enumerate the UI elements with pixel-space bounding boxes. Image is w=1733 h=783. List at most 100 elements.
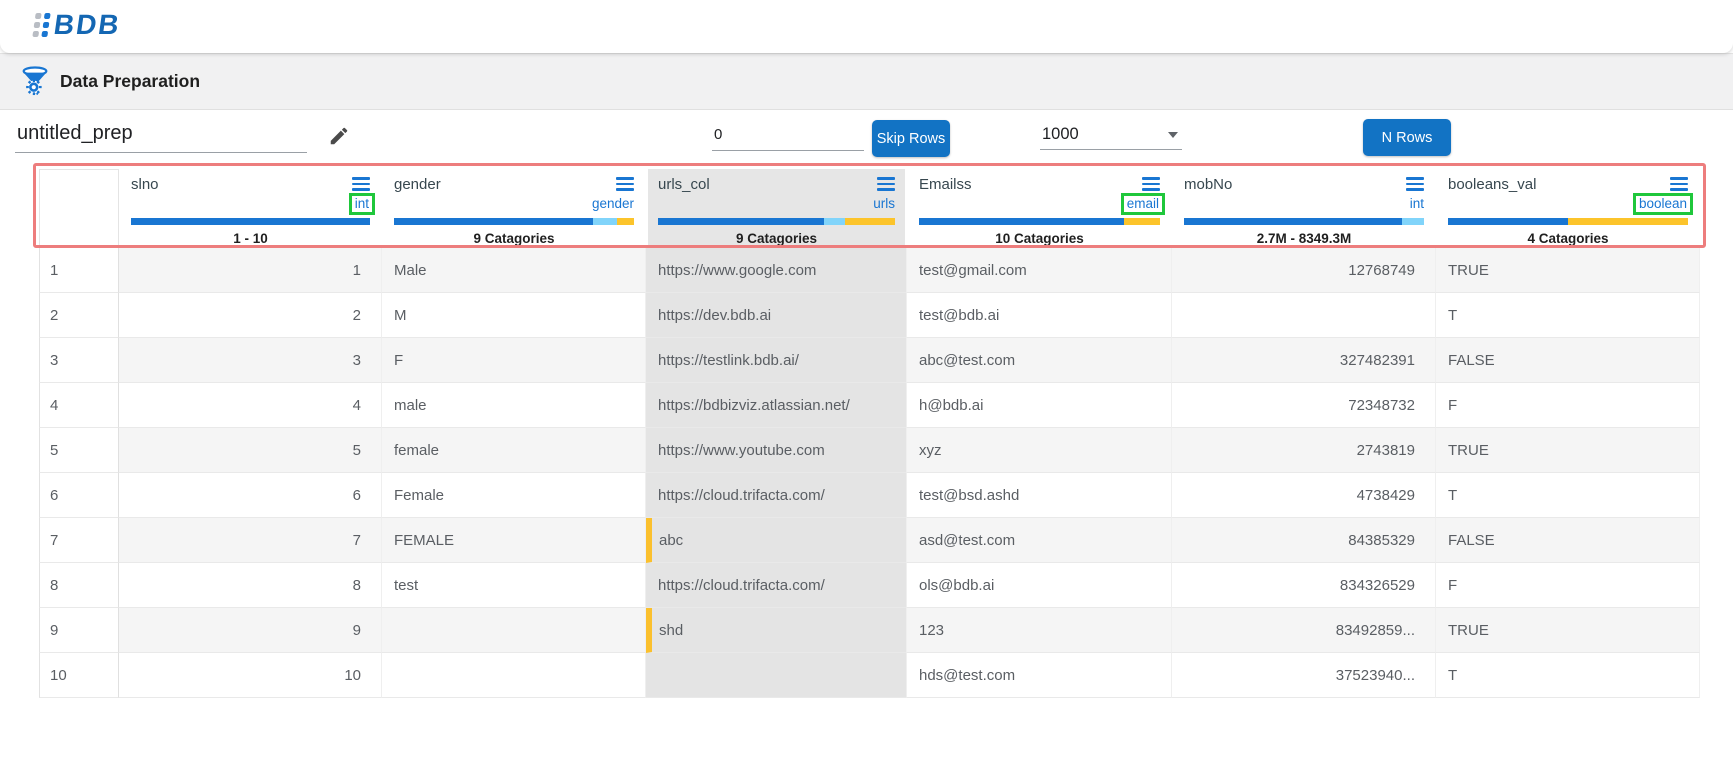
column-menu-icon[interactable] [1670,177,1688,190]
cell-slno[interactable]: 1 [119,248,382,293]
cell-urls_col[interactable]: https://cloud.trifacta.com/ [646,473,907,518]
cell-urls_col[interactable]: https://www.google.com [646,248,907,293]
cell-gender[interactable]: Female [382,473,646,518]
cell-booleans_val[interactable]: FALSE [1436,518,1700,563]
quality-bar-segment [593,218,617,225]
column-quality-bar[interactable] [1184,218,1424,225]
n-rows-button[interactable]: N Rows [1363,119,1451,156]
column-stats: 9 Catagories [658,231,895,246]
column-quality-bar[interactable] [919,218,1160,225]
cell-Emailss[interactable]: test@gmail.com [907,248,1172,293]
cell-booleans_val[interactable]: T [1436,473,1700,518]
cell-gender[interactable]: female [382,428,646,473]
cell-gender[interactable] [382,653,646,698]
column-header-slno[interactable]: slnoint1 - 10 [121,169,380,246]
cell-slno[interactable]: 3 [119,338,382,383]
cell-booleans_val[interactable]: T [1436,653,1700,698]
skip-rows-input[interactable] [712,126,864,151]
column-header-mobNo[interactable]: mobNoint2.7M - 8349.3M [1174,169,1434,246]
cell-Emailss[interactable]: 123 [907,608,1172,653]
column-header-gender[interactable]: gendergender9 Catagories [384,169,644,246]
cell-mobNo[interactable]: 72348732 [1172,383,1436,428]
cell-mobNo[interactable]: 2743819 [1172,428,1436,473]
column-quality-bar[interactable] [131,218,370,225]
cell-urls_col[interactable]: shd [646,608,907,653]
cell-urls_col[interactable]: https://testlink.bdb.ai/ [646,338,907,383]
column-menu-icon[interactable] [1406,177,1424,190]
quality-bar-segment [617,218,634,225]
cell-gender[interactable]: Male [382,248,646,293]
column-menu-icon[interactable] [352,177,370,190]
cell-slno[interactable]: 7 [119,518,382,563]
cell-mobNo[interactable]: 84385329 [1172,518,1436,563]
column-header-booleans_val[interactable]: booleans_valboolean4 Catagories [1438,169,1698,246]
cell-booleans_val[interactable]: F [1436,563,1700,608]
cell-gender[interactable]: male [382,383,646,428]
cell-mobNo[interactable]: 834326529 [1172,563,1436,608]
column-quality-bar[interactable] [1448,218,1688,225]
skip-rows-button[interactable]: Skip Rows [872,120,950,157]
cell-Emailss[interactable]: abc@test.com [907,338,1172,383]
cell-urls_col[interactable]: https://cloud.trifacta.com/ [646,563,907,608]
cell-urls_col[interactable]: https://dev.bdb.ai [646,293,907,338]
cell-mobNo[interactable]: 4738429 [1172,473,1436,518]
cell-Emailss[interactable]: ols@bdb.ai [907,563,1172,608]
cell-Emailss[interactable]: asd@test.com [907,518,1172,563]
cell-Emailss[interactable]: h@bdb.ai [907,383,1172,428]
pencil-icon [328,125,350,147]
cell-gender[interactable]: F [382,338,646,383]
cell-gender[interactable] [382,608,646,653]
cell-mobNo[interactable]: 83492859... [1172,608,1436,653]
cell-booleans_val[interactable]: FALSE [1436,338,1700,383]
row-number: 3 [39,338,119,383]
column-type-label: boolean [1633,193,1693,215]
cell-mobNo[interactable]: 37523940... [1172,653,1436,698]
cell-gender[interactable]: test [382,563,646,608]
cell-booleans_val[interactable]: TRUE [1436,248,1700,293]
cell-booleans_val[interactable]: TRUE [1436,608,1700,653]
cell-mobNo[interactable]: 12768749 [1172,248,1436,293]
n-rows-select[interactable]: 1000 [1040,120,1182,150]
column-menu-icon[interactable] [877,177,895,190]
cell-urls_col[interactable] [646,653,907,698]
cell-Emailss[interactable]: xyz [907,428,1172,473]
app-header: BDB [0,0,1733,53]
cell-gender[interactable]: M [382,293,646,338]
bdb-logo[interactable]: BDB [34,9,121,41]
column-type-row: boolean [1448,195,1688,214]
prep-toolbar: Skip Rows 1000 N Rows [0,110,1733,162]
cell-gender[interactable]: FEMALE [382,518,646,563]
column-type-label: email [1121,193,1165,215]
cell-slno[interactable]: 4 [119,383,382,428]
row-number: 10 [39,653,119,698]
cell-slno[interactable]: 10 [119,653,382,698]
cell-slno[interactable]: 6 [119,473,382,518]
column-header-urls_col[interactable]: urls_colurls9 Catagories [648,169,905,246]
cell-urls_col[interactable]: https://bdbizviz.atlassian.net/ [646,383,907,428]
column-name: slno [131,176,159,193]
column-header-Emailss[interactable]: Emailssemail10 Catagories [909,169,1170,246]
cell-slno[interactable]: 2 [119,293,382,338]
column-type-row: gender [394,195,634,214]
prep-name-input[interactable] [15,122,307,153]
cell-booleans_val[interactable]: TRUE [1436,428,1700,473]
cell-Emailss[interactable]: test@bdb.ai [907,293,1172,338]
cell-slno[interactable]: 5 [119,428,382,473]
column-menu-icon[interactable] [1142,177,1160,190]
cell-urls_col[interactable]: https://www.youtube.com [646,428,907,473]
column-menu-icon[interactable] [616,177,634,190]
cell-mobNo[interactable] [1172,293,1436,338]
column-quality-bar[interactable] [658,218,895,225]
column-stats: 10 Catagories [919,231,1160,246]
column-stats: 1 - 10 [131,231,370,246]
cell-Emailss[interactable]: hds@test.com [907,653,1172,698]
cell-booleans_val[interactable]: T [1436,293,1700,338]
cell-mobNo[interactable]: 327482391 [1172,338,1436,383]
cell-Emailss[interactable]: test@bsd.ashd [907,473,1172,518]
cell-slno[interactable]: 8 [119,563,382,608]
edit-name-button[interactable] [326,124,352,150]
cell-urls_col[interactable]: abc [646,518,907,563]
cell-booleans_val[interactable]: F [1436,383,1700,428]
cell-slno[interactable]: 9 [119,608,382,653]
column-quality-bar[interactable] [394,218,634,225]
